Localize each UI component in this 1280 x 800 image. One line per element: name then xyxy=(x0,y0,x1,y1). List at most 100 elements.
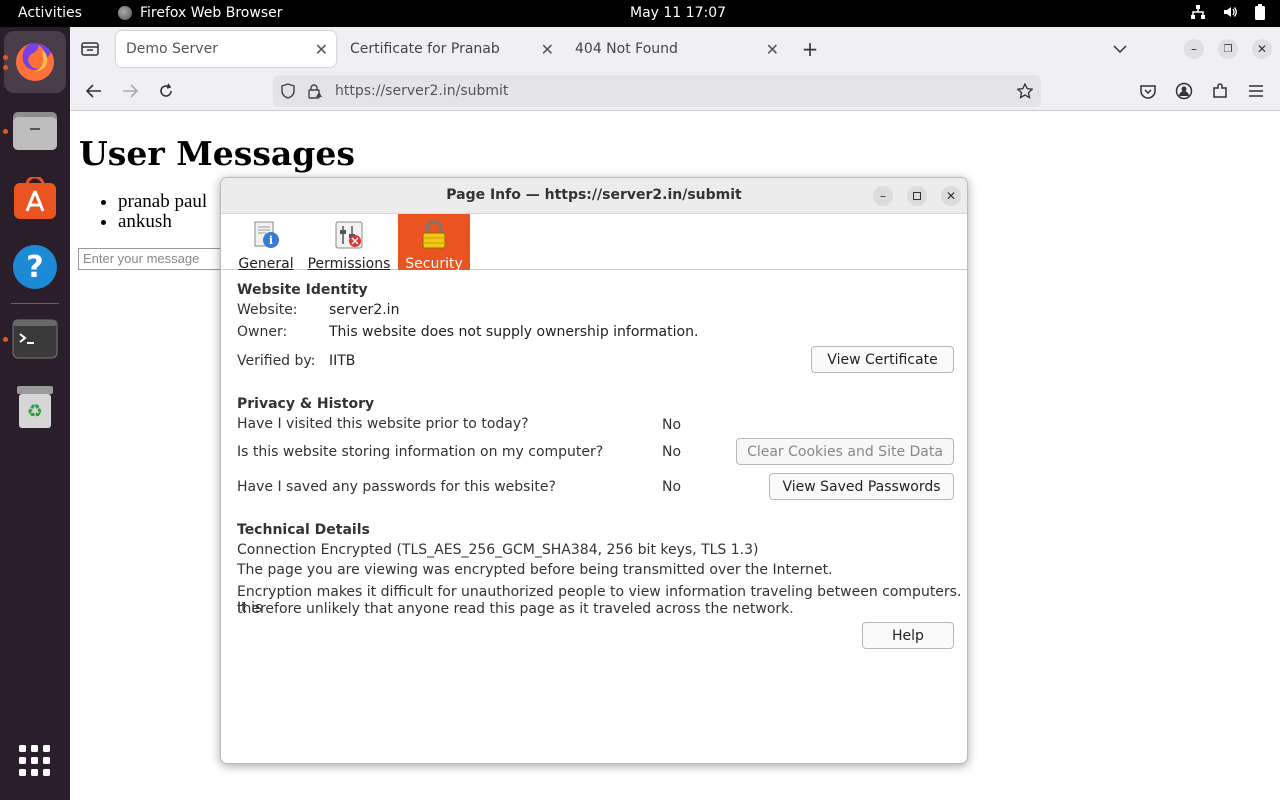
dialog-minimize-button[interactable]: – xyxy=(873,186,893,206)
show-apps-icon xyxy=(19,745,50,776)
close-tab-icon[interactable]: ✕ xyxy=(766,40,779,59)
dock-firefox[interactable] xyxy=(4,31,66,93)
terminal-icon xyxy=(12,319,58,359)
dock-show-apps[interactable] xyxy=(11,737,59,785)
passwords-answer: No xyxy=(662,479,682,495)
menu-button[interactable] xyxy=(1246,81,1266,101)
trash-icon: ♻ xyxy=(17,386,53,428)
pocket-icon xyxy=(1140,85,1156,99)
message-input[interactable]: Enter your message xyxy=(78,248,228,270)
close-tab-icon[interactable]: ✕ xyxy=(315,40,328,59)
tab-permissions[interactable]: Permissions xyxy=(307,214,391,272)
account-button[interactable] xyxy=(1174,81,1194,101)
dialog-title: Page Info — https://server2.in/submit xyxy=(446,187,742,203)
permissions-icon xyxy=(335,221,363,249)
forward-button[interactable] xyxy=(120,81,140,101)
firefox-icon xyxy=(16,43,54,81)
firefox-view-icon xyxy=(81,42,99,56)
files-icon xyxy=(13,112,57,150)
visited-question: Have I visited this website prior to tod… xyxy=(237,416,529,432)
dock-trash[interactable]: ♻ xyxy=(11,383,59,431)
reload-icon xyxy=(160,83,172,97)
dock-separator xyxy=(11,303,59,304)
page-heading: User Messages xyxy=(79,134,355,173)
owner-label: Owner: xyxy=(237,324,288,340)
tab-permissions-label: Permissions xyxy=(307,256,391,272)
url-bar[interactable]: https://server2.in/submit xyxy=(273,75,1041,107)
dialog-tabs: i General Permissions Security xyxy=(221,214,967,272)
reload-button[interactable] xyxy=(156,81,176,101)
general-info-icon: i xyxy=(254,221,279,248)
view-certificate-button[interactable]: View Certificate xyxy=(811,346,954,373)
dock-files[interactable] xyxy=(11,107,59,155)
app-center-icon xyxy=(14,177,56,219)
system-tray[interactable] xyxy=(1190,4,1266,20)
tab-certificate[interactable]: Certificate for Pranab ✕ xyxy=(340,31,562,67)
list-tabs-button[interactable] xyxy=(1110,39,1130,59)
page-info-dialog: Page Info — https://server2.in/submit – … xyxy=(220,177,968,764)
section-website-identity: Website Identity xyxy=(237,282,368,298)
clear-cookies-button[interactable]: Clear Cookies and Site Data xyxy=(736,438,954,465)
dialog-maximize-button[interactable] xyxy=(907,186,927,206)
extensions-button[interactable] xyxy=(1210,81,1230,101)
forward-arrow-icon xyxy=(123,84,138,98)
back-button[interactable] xyxy=(84,81,104,101)
tab-bar: Demo Server ✕ Certificate for Pranab ✕ 4… xyxy=(70,27,1280,71)
dialog-titlebar[interactable]: Page Info — https://server2.in/submit – … xyxy=(221,178,967,214)
list-item: ankush xyxy=(118,212,207,232)
battery-icon xyxy=(1255,4,1265,20)
help-button[interactable]: Help xyxy=(862,622,954,649)
firefox-view-button[interactable] xyxy=(80,39,100,59)
verified-by-label: Verified by: xyxy=(237,353,316,369)
tab-general[interactable]: i General xyxy=(235,214,297,272)
minimize-icon: – xyxy=(880,189,886,203)
tab-label: Demo Server xyxy=(126,41,218,57)
running-indicator xyxy=(3,337,8,342)
dock-app-center[interactable] xyxy=(11,175,59,223)
svg-text:i: i xyxy=(269,234,273,247)
dock-help[interactable]: ? xyxy=(11,243,59,291)
storing-answer: No xyxy=(662,444,682,460)
dialog-close-button[interactable]: ✕ xyxy=(941,186,961,206)
tab-404[interactable]: 404 Not Found ✕ xyxy=(565,31,787,67)
close-tab-icon[interactable]: ✕ xyxy=(541,40,554,59)
shield-icon[interactable] xyxy=(281,83,295,99)
maximize-icon xyxy=(913,192,921,200)
tab-security[interactable]: Security xyxy=(398,214,470,272)
firefox-small-icon xyxy=(118,6,132,20)
restore-window-button[interactable]: ❐ xyxy=(1218,39,1238,59)
top-bar: Activities Firefox Web Browser May 11 17… xyxy=(0,0,1280,27)
section-privacy-history: Privacy & History xyxy=(237,396,375,412)
close-window-button[interactable]: ✕ xyxy=(1252,39,1272,59)
list-item: pranab paul xyxy=(118,192,207,212)
view-saved-passwords-button[interactable]: View Saved Passwords xyxy=(769,473,954,500)
minimize-icon: – xyxy=(1191,42,1197,56)
clock[interactable]: May 11 17:07 xyxy=(630,5,726,21)
pocket-button[interactable] xyxy=(1138,81,1158,101)
running-indicator xyxy=(3,55,8,60)
minimize-window-button[interactable]: – xyxy=(1184,39,1204,59)
svg-text:♻: ♻ xyxy=(27,401,43,422)
plus-icon: + xyxy=(801,37,819,61)
message-list: pranab paul ankush xyxy=(118,192,207,232)
chevron-down-icon xyxy=(1113,45,1127,54)
dock: ? ♻ xyxy=(0,27,70,800)
close-icon: ✕ xyxy=(945,189,957,203)
restore-icon: ❐ xyxy=(1223,43,1233,55)
lock-warning-icon[interactable] xyxy=(307,83,323,99)
dock-terminal[interactable] xyxy=(11,315,59,363)
running-indicator xyxy=(3,65,8,70)
storing-question: Is this website storing information on m… xyxy=(237,444,604,460)
passwords-question: Have I saved any passwords for this webs… xyxy=(237,479,556,495)
activities-button[interactable]: Activities xyxy=(18,5,82,21)
website-value: server2.in xyxy=(329,302,400,318)
bookmark-star-icon[interactable] xyxy=(1017,83,1033,99)
tab-demo-server[interactable]: Demo Server ✕ xyxy=(116,31,336,67)
tab-security-label: Security xyxy=(405,256,463,272)
verified-by-value: IITB xyxy=(329,353,356,369)
app-menu[interactable]: Firefox Web Browser xyxy=(118,5,283,21)
account-icon xyxy=(1175,82,1193,100)
new-tab-button[interactable]: + xyxy=(800,37,820,61)
running-indicator xyxy=(3,129,8,134)
url-text[interactable]: https://server2.in/submit xyxy=(335,83,508,99)
